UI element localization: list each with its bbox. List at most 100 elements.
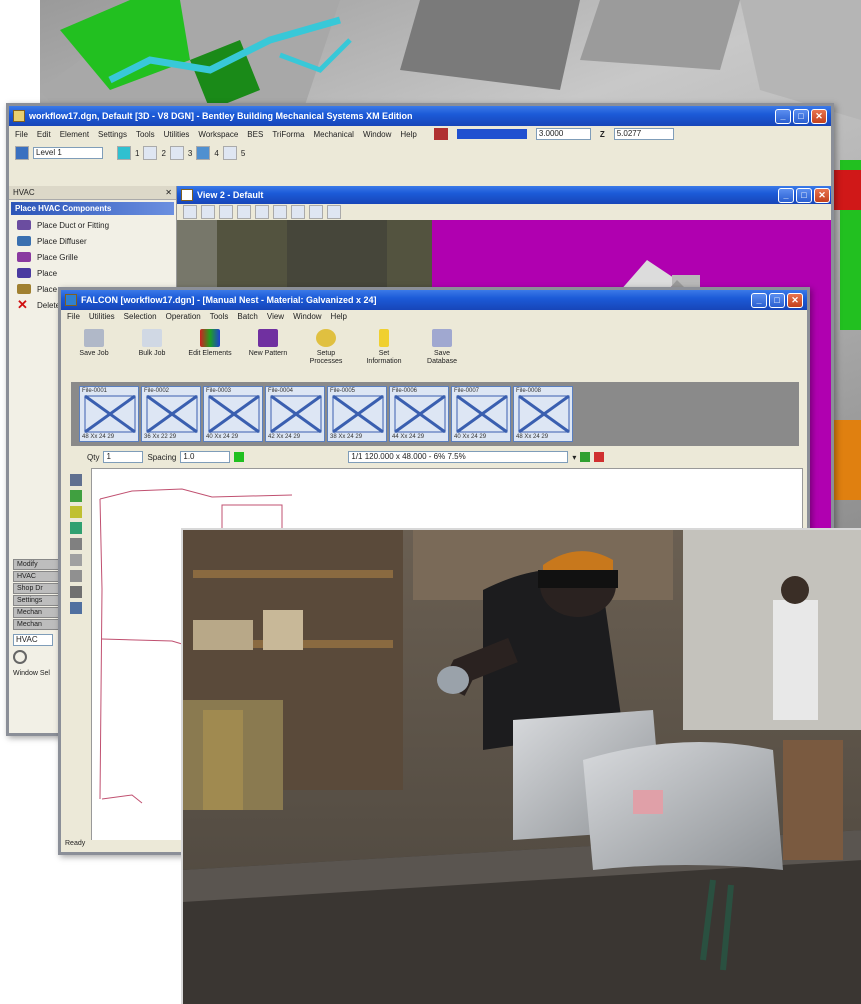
cycle-icon[interactable]	[13, 650, 27, 664]
cross-pattern-icon	[146, 395, 198, 433]
snap-tool-icon[interactable]	[70, 554, 82, 566]
menu-utilities[interactable]: Utilities	[164, 130, 190, 139]
minimize-button[interactable]: _	[775, 108, 791, 124]
fab-menu-tools[interactable]: Tools	[210, 312, 229, 321]
zoom-in-icon[interactable]	[201, 205, 215, 219]
view-close-button[interactable]: ✕	[814, 187, 830, 203]
transparency-tool-icon[interactable]	[222, 146, 237, 160]
fitting-thumbnail[interactable]: File-0005 38 Xx 24 29	[327, 386, 387, 442]
cross-pattern-icon	[270, 395, 322, 433]
rotate-tool-icon[interactable]	[70, 506, 82, 518]
add-sheet-icon[interactable]	[580, 452, 591, 462]
move-tool-icon[interactable]	[70, 490, 82, 502]
toolbar-num-5: 5	[240, 148, 246, 158]
grid-tool-icon[interactable]	[70, 570, 82, 582]
view-previous-icon[interactable]	[309, 205, 323, 219]
save-job-button[interactable]: Save Job	[71, 329, 117, 358]
color-tool-icon[interactable]	[117, 146, 131, 160]
remove-sheet-icon[interactable]	[594, 452, 605, 462]
delete-label: Delete	[37, 300, 61, 310]
menu-tools[interactable]: Tools	[136, 130, 155, 139]
fitting-thumbnail[interactable]: File-0001 48 Xx 24 29	[79, 386, 139, 442]
fab-menu-selection[interactable]: Selection	[124, 312, 157, 321]
class-tool-icon[interactable]	[196, 146, 211, 160]
maximize-button[interactable]: □	[793, 108, 809, 124]
window-area-icon[interactable]	[237, 205, 251, 219]
rotate-view-icon[interactable]	[273, 205, 287, 219]
menu-triforma[interactable]: TriForma	[272, 130, 304, 139]
zoom-tool-icon[interactable]	[70, 602, 82, 614]
nest-settings-bar: Qty 1 Spacing 1.0 1/1 120.000 x 48.000 -…	[81, 450, 781, 464]
element-template-icon[interactable]	[433, 128, 448, 140]
fab-menu-view[interactable]: View	[267, 312, 284, 321]
update-view-icon[interactable]	[183, 205, 197, 219]
bulk-job-icon	[142, 329, 162, 347]
sheet-dropdown-icon[interactable]: ▾	[572, 453, 576, 462]
fab-close-button[interactable]: ✕	[787, 292, 803, 308]
set-information-button[interactable]: Set Information	[361, 329, 407, 366]
save-database-button[interactable]: Save Database	[419, 329, 465, 366]
fab-menu-operation[interactable]: Operation	[166, 312, 201, 321]
align-tool-icon[interactable]	[70, 538, 82, 550]
menu-workspace[interactable]: Workspace	[198, 130, 238, 139]
level-select[interactable]: Level 1	[33, 147, 103, 159]
apply-icon[interactable]	[234, 452, 245, 462]
panel-header-label: HVAC	[13, 188, 35, 197]
coord-z-field[interactable]: 5.0277	[613, 128, 674, 140]
fab-menu-batch[interactable]: Batch	[237, 312, 257, 321]
setup-processes-button[interactable]: Setup Processes	[303, 329, 349, 366]
fitting-thumbnail-strip: File-0001 48 Xx 24 29 File-0002 36 Xx 22…	[71, 382, 799, 446]
fitting-thumbnail[interactable]: File-0006 44 Xx 24 29	[389, 386, 449, 442]
spacing-field[interactable]: 1.0	[180, 451, 231, 463]
bulk-job-button[interactable]: Bulk Job	[129, 329, 175, 358]
view-titlebar: View 2 - Default _ □ ✕	[177, 186, 831, 204]
duct-icon	[17, 220, 31, 230]
fab-menu-window[interactable]: Window	[293, 312, 321, 321]
fit-view-icon[interactable]	[255, 205, 269, 219]
close-button[interactable]: ✕	[811, 108, 827, 124]
fab-menu-help[interactable]: Help	[331, 312, 347, 321]
menu-help[interactable]: Help	[400, 130, 416, 139]
place-diffuser-tool[interactable]: Place Diffuser	[9, 233, 176, 249]
place-grille-tool[interactable]: Place Grille	[9, 249, 176, 265]
fitting-thumbnail[interactable]: File-0008 48 Xx 24 29	[513, 386, 573, 442]
menu-settings[interactable]: Settings	[98, 130, 127, 139]
menu-mechanical[interactable]: Mechanical	[313, 130, 353, 139]
view-next-icon[interactable]	[327, 205, 341, 219]
zoom-out-icon[interactable]	[219, 205, 233, 219]
menu-bes[interactable]: BES	[247, 130, 263, 139]
view-title: View 2 - Default	[197, 190, 264, 200]
pan-view-icon[interactable]	[291, 205, 305, 219]
color-swatch[interactable]	[456, 129, 527, 139]
place-duct-tool[interactable]: Place Duct or Fitting	[9, 217, 176, 233]
edit-elements-button[interactable]: Edit Elements	[187, 329, 233, 358]
measure-tool-icon[interactable]	[70, 586, 82, 598]
fitting-thumbnail[interactable]: File-0007 40 Xx 24 29	[451, 386, 511, 442]
view-minimize-button[interactable]: _	[778, 187, 794, 203]
fitting-thumbnail[interactable]: File-0002 36 Xx 22 29	[141, 386, 201, 442]
fab-menu-file[interactable]: File	[67, 312, 80, 321]
toolbar-num-4: 4	[214, 148, 219, 158]
fab-minimize-button[interactable]: _	[751, 292, 767, 308]
fitting-thumbnail[interactable]: File-0004 42 Xx 24 29	[265, 386, 325, 442]
new-pattern-button[interactable]: New Pattern	[245, 329, 291, 358]
mirror-tool-icon[interactable]	[70, 522, 82, 534]
weight-tool-icon[interactable]	[169, 146, 184, 160]
linestyle-tool-icon[interactable]	[143, 146, 158, 160]
menu-element[interactable]: Element	[60, 130, 89, 139]
fab-menu-utilities[interactable]: Utilities	[89, 312, 115, 321]
view-maximize-button[interactable]: □	[796, 187, 812, 203]
fab-maximize-button[interactable]: □	[769, 292, 785, 308]
qty-field[interactable]: 1	[103, 451, 144, 463]
menu-window[interactable]: Window	[363, 130, 391, 139]
bottom-hvac-select[interactable]: HVAC	[13, 634, 53, 646]
coord-x-field[interactable]: 3.0000	[535, 128, 591, 140]
menu-edit[interactable]: Edit	[37, 130, 51, 139]
select-tool-icon[interactable]	[70, 474, 82, 486]
fitting-thumbnail[interactable]: File-0003 40 Xx 24 29	[203, 386, 263, 442]
panel-close-icon[interactable]: ✕	[165, 188, 172, 197]
sheet-select[interactable]: 1/1 120.000 x 48.000 - 6% 7.5%	[348, 451, 569, 463]
place-tool-4[interactable]: Place	[9, 265, 176, 281]
view-tool-icon[interactable]	[15, 146, 29, 160]
menu-file[interactable]: File	[15, 130, 28, 139]
